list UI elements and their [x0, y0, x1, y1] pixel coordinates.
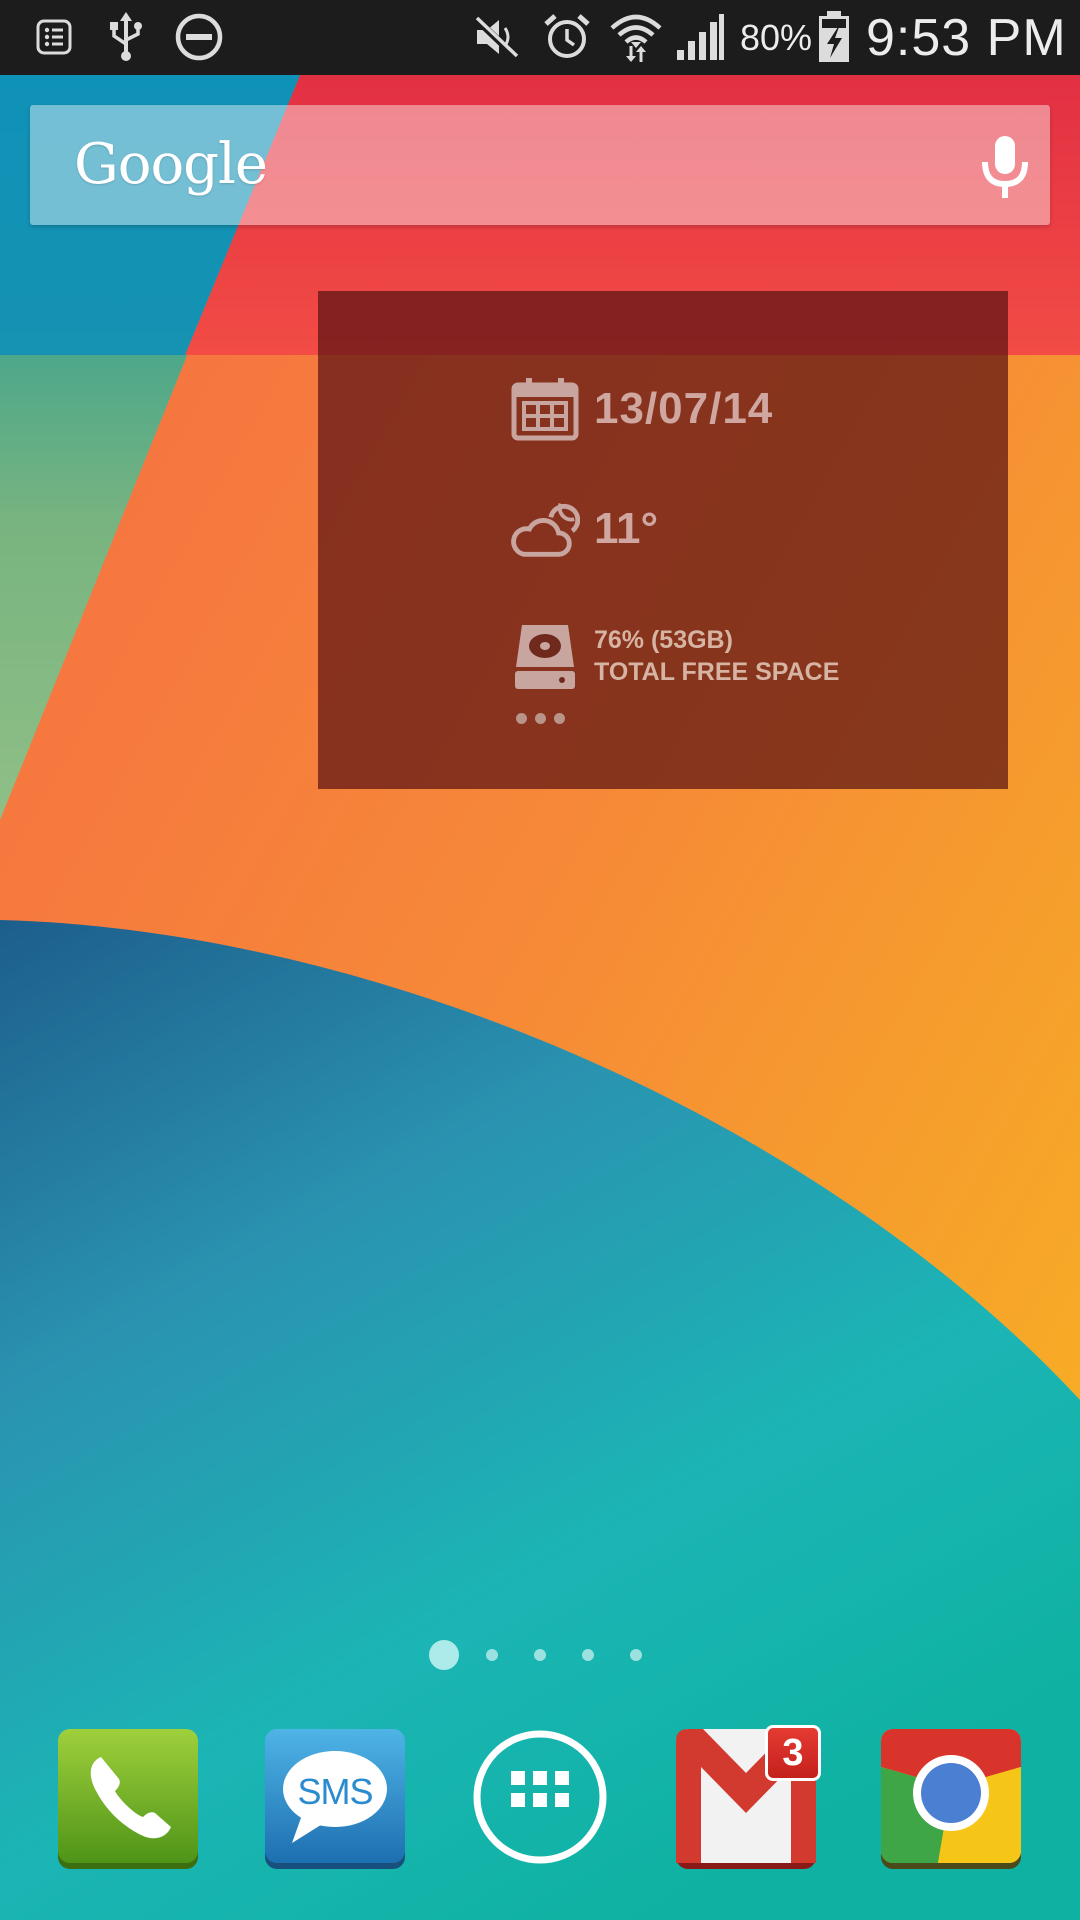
do-not-disturb-icon [173, 12, 225, 62]
app-drawer-button[interactable] [467, 1727, 613, 1873]
date-row: 13/07/14 [510, 377, 773, 441]
page-dot[interactable] [630, 1649, 642, 1661]
page-indicator [0, 1640, 1080, 1670]
calendar-icon [510, 377, 580, 441]
info-widget[interactable]: 13/07/14 11° 76% (53GB) TOTAL FREE SPACE [318, 291, 1008, 789]
phone-app[interactable] [55, 1727, 201, 1873]
google-search-bar[interactable]: Google [30, 105, 1050, 225]
storage-amount: 76% (53GB) [594, 626, 733, 654]
storage-caption: TOTAL FREE SPACE [594, 658, 840, 686]
notification-list-icon [34, 12, 74, 62]
storage-row: 76% (53GB) TOTAL FREE SPACE [510, 621, 839, 691]
widget-date: 13/07/14 [594, 384, 774, 433]
page-dot[interactable] [582, 1649, 594, 1661]
battery-percent: 80% [740, 17, 813, 58]
signal-icon [673, 12, 727, 62]
weather-row: 11° [510, 497, 658, 561]
gmail-app[interactable]: 3 [673, 1725, 821, 1873]
home-screen: 80% 9:53 PM Google 13/07/14 11° 76% (53G… [0, 0, 1080, 1920]
usb-icon [106, 12, 146, 62]
wifi-icon [608, 12, 664, 62]
page-dot[interactable] [534, 1649, 546, 1661]
alarm-icon [541, 12, 593, 62]
microphone-icon [982, 136, 1028, 198]
sms-label: SMS [297, 1771, 373, 1812]
partly-cloudy-icon [510, 497, 580, 561]
gmail-unread-badge: 3 [765, 1725, 821, 1781]
hard-drive-icon [510, 621, 580, 691]
page-dot-current[interactable] [429, 1640, 459, 1670]
status-bar: 80% 9:53 PM [0, 0, 1080, 75]
phone-icon [58, 1729, 198, 1869]
messages-app[interactable]: SMS [262, 1727, 408, 1873]
chrome-icon [881, 1729, 1021, 1869]
clock: 9:53 PM [866, 9, 1067, 67]
more-icon[interactable] [516, 713, 565, 724]
mute-icon [470, 12, 522, 62]
wallpaper [0, 0, 1080, 1920]
page-dot[interactable] [486, 1649, 498, 1661]
app-drawer-icon [473, 1730, 607, 1864]
battery-charging-icon [816, 11, 852, 62]
chrome-app[interactable] [878, 1727, 1024, 1873]
voice-search-button[interactable] [965, 127, 1045, 207]
google-logo[interactable]: Google [74, 127, 268, 203]
widget-temperature: 11° [594, 504, 659, 553]
storage-info: 76% (53GB) TOTAL FREE SPACE [594, 624, 839, 688]
